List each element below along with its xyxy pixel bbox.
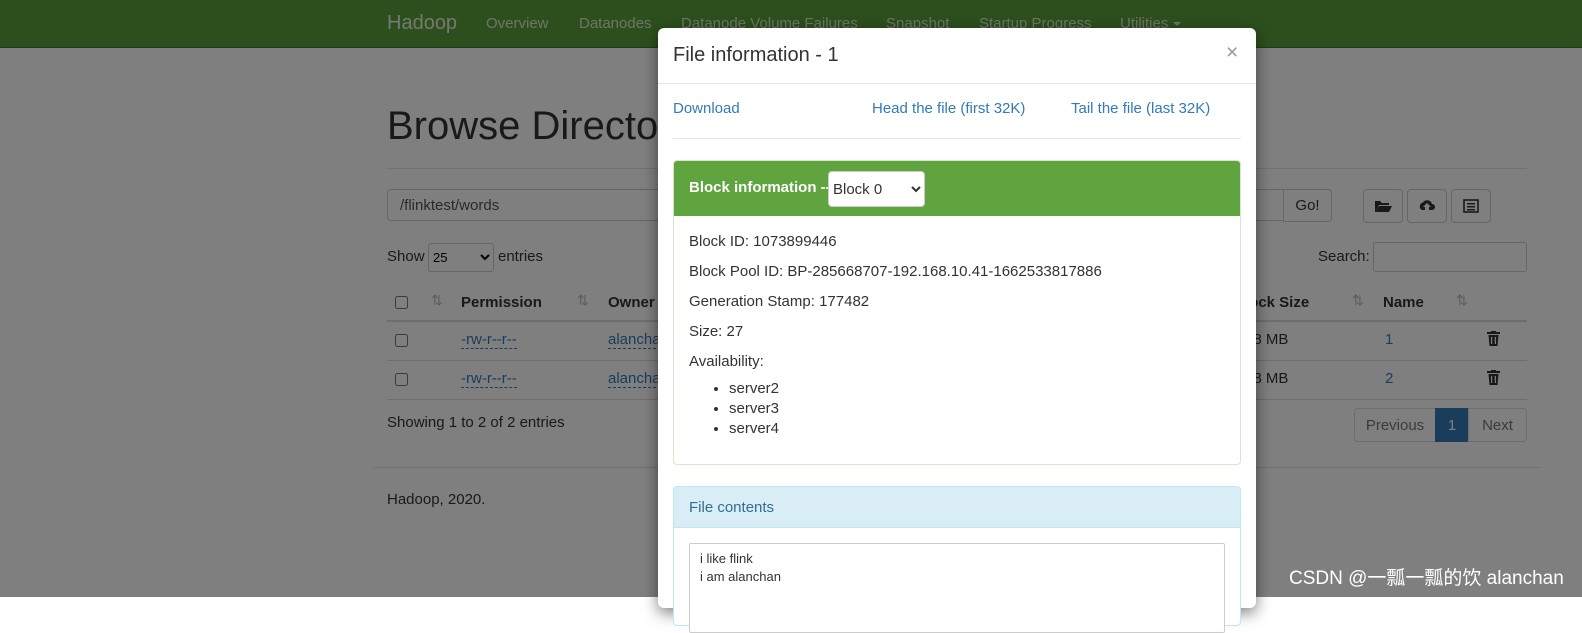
- generation-stamp: Generation Stamp: 177482: [689, 293, 870, 310]
- list-item: server2: [729, 379, 779, 399]
- block-info-header: Block information -- Block 0: [674, 161, 1240, 216]
- head-file-link[interactable]: Head the file (first 32K): [872, 100, 1025, 117]
- links-divider: [673, 138, 1241, 139]
- file-info-modal: File information - 1 × Download Head the…: [658, 28, 1256, 633]
- file-contents-header: File contents: [674, 487, 1240, 528]
- file-contents-textarea[interactable]: i like flink i am alanchan: [689, 543, 1225, 633]
- modal-title: File information - 1: [673, 44, 839, 66]
- file-contents-title: File contents: [689, 499, 775, 516]
- modal-header-divider: [658, 83, 1256, 84]
- block-size: Size: 27: [689, 323, 744, 340]
- block-info-panel: Block information -- Block 0 Block ID: 1…: [673, 160, 1241, 465]
- availability-label: Availability:: [689, 353, 764, 370]
- block-info-title: Block information --: [689, 179, 831, 196]
- close-icon[interactable]: ×: [1226, 42, 1238, 63]
- server-list: server2 server3 server4: [689, 379, 779, 439]
- list-item: server4: [729, 419, 779, 439]
- list-item: server3: [729, 399, 779, 419]
- block-id: Block ID: 1073899446: [689, 233, 837, 250]
- tail-file-link[interactable]: Tail the file (last 32K): [1071, 100, 1210, 117]
- file-contents-panel: File contents i like flink i am alanchan: [673, 486, 1241, 633]
- block-select[interactable]: Block 0: [828, 171, 925, 207]
- watermark-text: CSDN @一瓢一瓢的饮 alanchan: [1289, 568, 1564, 589]
- download-link[interactable]: Download: [673, 100, 740, 117]
- block-pool-id: Block Pool ID: BP-285668707-192.168.10.4…: [689, 263, 1102, 280]
